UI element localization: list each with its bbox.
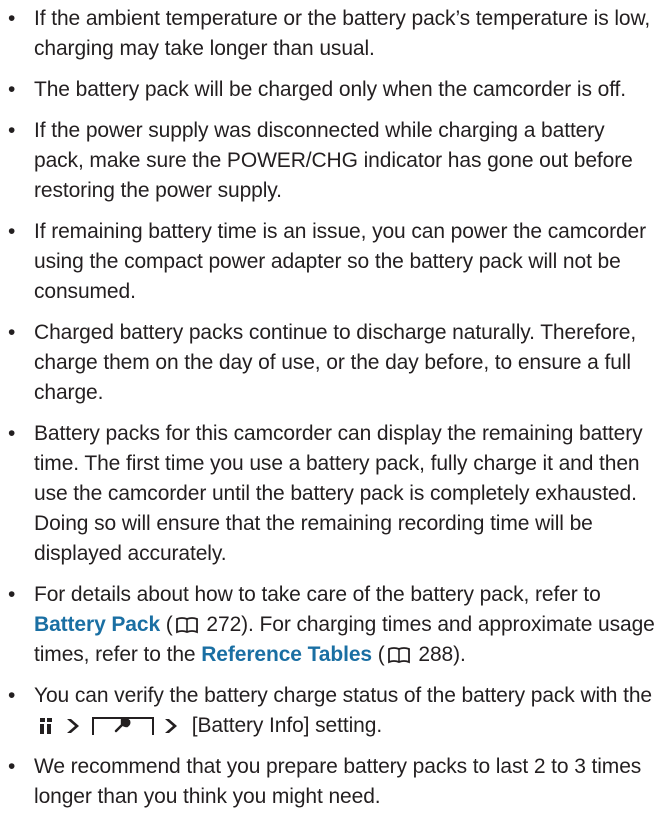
note-item-battery-info: • You can verify the battery charge stat… <box>6 681 658 741</box>
menu-icon <box>40 718 52 734</box>
note-item: • If remaining battery time is an issue,… <box>6 217 658 307</box>
page-ref: 288). <box>412 643 466 666</box>
bullet: • <box>8 583 16 606</box>
bullet: • <box>8 755 16 778</box>
note-item: • Charged battery packs continue to disc… <box>6 318 658 408</box>
note-item: • If the power supply was disconnected w… <box>6 116 658 206</box>
manual-page: • If the ambient temperature or the batt… <box>0 0 664 818</box>
bullet: • <box>8 422 16 445</box>
paren-open: ( <box>372 643 385 666</box>
note-text: If the ambient temperature or the batter… <box>34 7 651 60</box>
arrow-right-icon <box>67 719 79 733</box>
note-item-references: • For details about how to take care of … <box>6 580 658 670</box>
arrow-right-icon <box>165 719 177 733</box>
bullet: • <box>8 684 16 707</box>
setup-wrench-tab-icon <box>92 717 154 735</box>
bullet: • <box>8 78 16 101</box>
note-text: For details about how to take care of th… <box>34 583 601 606</box>
note-text: You can verify the battery charge status… <box>34 684 653 707</box>
note-item: • Battery packs for this camcorder can d… <box>6 419 658 569</box>
note-text: If the power supply was disconnected whi… <box>34 119 633 202</box>
note-item: • We recommend that you prepare battery … <box>6 752 658 812</box>
bullet: • <box>8 7 16 30</box>
note-text: Charged battery packs continue to discha… <box>34 321 637 404</box>
note-text: If remaining battery time is an issue, y… <box>34 220 647 303</box>
book-reference-icon <box>387 647 410 664</box>
bullet: • <box>8 119 16 142</box>
battery-pack-link[interactable]: Battery Pack <box>34 613 160 636</box>
paren-open: ( <box>160 613 173 636</box>
setting-name: [Battery Info] setting. <box>191 714 383 737</box>
bullet: • <box>8 321 16 344</box>
book-reference-icon <box>175 617 198 634</box>
note-text: The battery pack will be charged only wh… <box>34 78 627 101</box>
note-item: • If the ambient temperature or the batt… <box>6 4 658 64</box>
note-item: • The battery pack will be charged only … <box>6 75 658 105</box>
bullet: • <box>8 220 16 243</box>
note-text: Battery packs for this camcorder can dis… <box>34 422 643 565</box>
notes-list: • If the ambient temperature or the batt… <box>6 4 658 823</box>
note-text: We recommend that you prepare battery pa… <box>34 755 642 808</box>
reference-tables-link[interactable]: Reference Tables <box>201 643 372 666</box>
